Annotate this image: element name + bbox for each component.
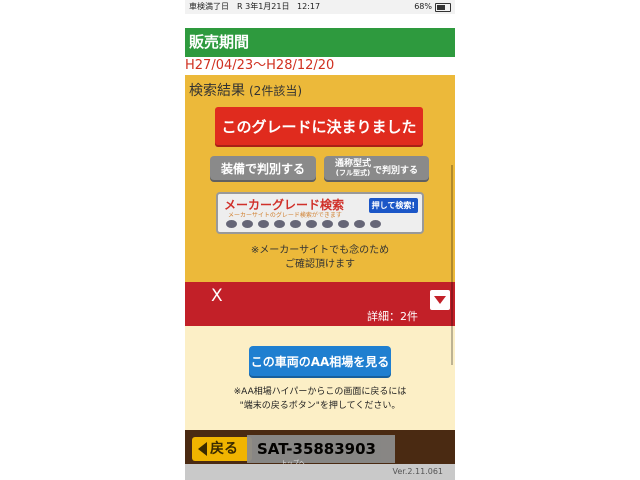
model-sub-label: (フル型式): [335, 169, 371, 177]
maker-logo-icon: [306, 220, 317, 228]
identify-by-model-button[interactable]: 通称型式 (フル型式) で判別する: [324, 156, 429, 182]
result-item-name: X: [211, 286, 223, 306]
maker-logos: [226, 220, 381, 228]
maker-logo-icon: [274, 220, 285, 228]
model-tail-label: で判別する: [373, 165, 419, 176]
maker-logo-icon: [258, 220, 269, 228]
version-label: Ver.2.11.061: [392, 467, 444, 476]
expand-chevron-icon[interactable]: [430, 290, 450, 310]
maker-search-subtitle: メーカーサイトのグレード検索ができます: [228, 212, 342, 219]
scrollbar[interactable]: [451, 165, 453, 365]
sales-period-header: 販売期間: [185, 28, 455, 57]
maker-logo-icon: [370, 220, 381, 228]
status-right: 68%: [414, 0, 451, 14]
identify-by-equipment-button[interactable]: 装備で判別する: [210, 156, 316, 182]
id-overlay-label: SAT-35883903: [247, 435, 395, 463]
back-arrow-icon: [198, 442, 207, 456]
maker-logo-icon: [226, 220, 237, 228]
back-label: 戻る: [210, 441, 238, 457]
footer: Ver.2.11.061: [185, 464, 455, 480]
maker-grade-search-banner[interactable]: メーカーグレード検索 メーカーサイトのグレード検索ができます 押して検索!: [216, 192, 424, 234]
maker-logo-icon: [290, 220, 301, 228]
results-title-label: 検索結果: [189, 83, 245, 99]
decide-grade-button[interactable]: このグレードに決まりました: [215, 107, 423, 147]
maker-note-line1: ※メーカーサイトでも念のため: [250, 245, 390, 256]
view-aa-price-button[interactable]: この車両のAA相場を見る: [249, 346, 391, 378]
battery-percent: 68%: [414, 2, 432, 11]
result-item-detail: 詳細：2件: [367, 310, 418, 323]
phone-screen: 車検満了日 R 3年1月21日 12:17 68% 販売期間 H27/04/23…: [185, 0, 455, 480]
results-count: (2件該当): [249, 84, 302, 98]
aa-note: ※AA相場ハイパーからこの画面に戻るには "端末の戻るボタン"を押してください。: [185, 385, 455, 413]
maker-logo-icon: [354, 220, 365, 228]
maker-site-note: ※メーカーサイトでも念のため ご確認頂けます: [185, 244, 455, 272]
maker-logo-icon: [338, 220, 349, 228]
status-time: 12:17: [297, 2, 321, 11]
battery-icon: [435, 2, 451, 12]
aa-section: [185, 326, 455, 430]
results-title: 検索結果 (2件該当): [189, 80, 302, 100]
maker-note-line2: ご確認頂けます: [285, 259, 355, 270]
status-left-text: 車検満了日 R 3年1月21日: [189, 2, 290, 11]
back-button[interactable]: 戻る: [192, 437, 252, 461]
maker-logo-icon: [322, 220, 333, 228]
maker-search-push-button[interactable]: 押して検索!: [368, 198, 418, 213]
sales-period-value: H27/04/23〜H28/12/20: [185, 57, 455, 75]
aa-note-line2: "端末の戻るボタン"を押してください。: [239, 401, 401, 411]
maker-logo-icon: [242, 220, 253, 228]
status-bar: 車検満了日 R 3年1月21日 12:17 68%: [185, 0, 455, 14]
model-main-label: 通称型式: [334, 159, 371, 169]
aa-note-line1: ※AA相場ハイパーからこの画面に戻るには: [233, 387, 407, 397]
